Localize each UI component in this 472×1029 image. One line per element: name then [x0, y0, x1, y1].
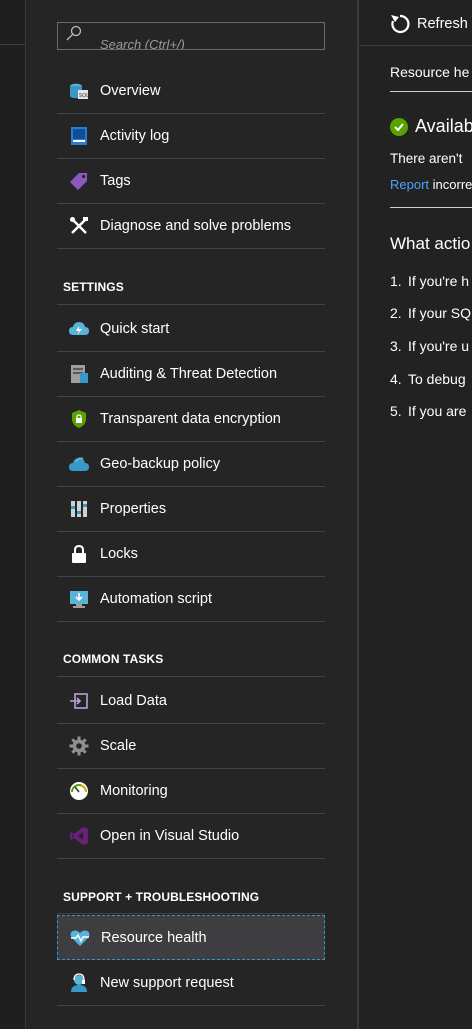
- resource-health-blade: Refresh Resource he Availab There aren't…: [359, 0, 472, 1029]
- refresh-label: Refresh: [417, 16, 468, 32]
- menu-item-scale[interactable]: Scale: [57, 724, 325, 769]
- support-person-icon: [68, 972, 90, 994]
- gauge-icon: [68, 780, 90, 802]
- menu-item-label: Automation script: [100, 591, 213, 607]
- menu-item-label: Geo-backup policy: [100, 456, 221, 472]
- section-heading-settings: SETTINGS: [63, 280, 124, 294]
- load-data-icon: [68, 690, 90, 712]
- menu-item-label: Auditing & Threat Detection: [100, 366, 278, 382]
- list-item: 5. If you are: [390, 403, 467, 419]
- gear-icon: [68, 735, 90, 757]
- menu-item-locks[interactable]: Locks: [57, 532, 325, 577]
- menu-item-resource-health[interactable]: Resource health: [57, 915, 325, 960]
- cloud-bolt-icon: [68, 318, 90, 340]
- menu-item-label: Scale: [100, 738, 137, 754]
- menu-item-label: Load Data: [100, 693, 167, 709]
- menu-item-quick-start[interactable]: Quick start: [57, 307, 325, 352]
- report-rest-text: incorre: [432, 177, 472, 192]
- menu-item-label: Activity log: [100, 128, 170, 144]
- heart-pulse-icon: [69, 927, 91, 949]
- menu-item-label: Resource health: [101, 929, 207, 946]
- menu-item-label: Properties: [100, 501, 167, 517]
- menu-item-properties[interactable]: Properties: [57, 487, 325, 532]
- visual-studio-icon: [68, 825, 90, 847]
- menu-item-label: Monitoring: [100, 783, 168, 799]
- sql-database-icon: SQL: [68, 80, 90, 102]
- menu-item-load-data[interactable]: Load Data: [57, 679, 325, 724]
- menu-item-label: Transparent data encryption: [100, 411, 281, 427]
- check-circle-icon: [390, 117, 408, 136]
- report-line: Report incorre: [390, 177, 472, 192]
- svg-text:SQL: SQL: [79, 93, 89, 99]
- menu-item-monitoring[interactable]: Monitoring: [57, 769, 325, 814]
- list-item: 4. To debug: [390, 371, 466, 387]
- tag-icon: [68, 170, 90, 192]
- availability-status: Availab: [390, 116, 472, 137]
- refresh-icon: [391, 14, 410, 34]
- resource-menu-blade: Search (Ctrl+/) SQL Overview Activity lo…: [27, 0, 357, 1029]
- properties-icon: [68, 498, 90, 520]
- blade-subtitle: Resource he: [390, 64, 470, 80]
- collapsed-blade-strip: [0, 0, 26, 1029]
- subtitle-divider: [390, 91, 472, 92]
- menu-item-label: Locks: [100, 546, 138, 562]
- report-link[interactable]: Report: [390, 177, 429, 192]
- search-input[interactable]: Search (Ctrl+/): [57, 22, 325, 50]
- monitor-download-icon: [68, 588, 90, 610]
- status-description: There aren't: [390, 151, 463, 166]
- section-heading-common-tasks: COMMON TASKS: [63, 652, 164, 666]
- shield-lock-icon: [68, 408, 90, 430]
- azure-portal: Search (Ctrl+/) SQL Overview Activity lo…: [0, 0, 472, 1029]
- list-item: 2. If your SQ: [390, 305, 472, 321]
- command-bar: Refresh: [359, 0, 472, 46]
- menu-item-label: Overview: [100, 83, 161, 99]
- menu-item-transparent-data-encryption[interactable]: Transparent data encryption: [57, 397, 325, 442]
- section-divider: [390, 207, 472, 208]
- menu-item-label: Tags: [100, 173, 131, 189]
- search-icon: [66, 25, 82, 41]
- what-actions-heading: What actio: [390, 234, 471, 253]
- cloud-icon: [68, 453, 90, 475]
- activity-log-icon: [68, 125, 90, 147]
- menu-item-geo-backup[interactable]: Geo-backup policy: [57, 442, 325, 487]
- menu-item-new-support-request[interactable]: New support request: [57, 961, 325, 1006]
- menu-item-tags[interactable]: Tags: [57, 159, 325, 204]
- section-divider: [57, 913, 325, 914]
- strip-divider: [0, 44, 26, 45]
- menu-item-label: New support request: [100, 975, 234, 991]
- menu-item-automation-script[interactable]: Automation script: [57, 577, 325, 622]
- section-divider: [57, 676, 325, 677]
- menu-item-auditing[interactable]: Auditing & Threat Detection: [57, 352, 325, 397]
- menu-item-overview[interactable]: SQL Overview: [57, 69, 325, 114]
- menu-item-label: Diagnose and solve problems: [100, 218, 292, 234]
- tools-icon: [68, 215, 90, 237]
- refresh-button[interactable]: Refresh: [389, 13, 468, 35]
- menu-item-open-visual-studio[interactable]: Open in Visual Studio: [57, 814, 325, 859]
- list-item: 1. If you're h: [390, 273, 470, 289]
- menu-item-label: Quick start: [100, 321, 170, 337]
- availability-text: Availab: [415, 116, 472, 136]
- search-placeholder: Search (Ctrl+/): [100, 37, 185, 50]
- section-heading-support: SUPPORT + TROUBLESHOOTING: [63, 890, 260, 904]
- menu-item-label: Open in Visual Studio: [100, 828, 240, 844]
- section-divider: [57, 304, 325, 305]
- lock-icon: [68, 543, 90, 565]
- audit-icon: [68, 363, 90, 385]
- menu-item-diagnose[interactable]: Diagnose and solve problems: [57, 204, 325, 249]
- list-item: 3. If you're u: [390, 338, 470, 354]
- menu-item-activity-log[interactable]: Activity log: [57, 114, 325, 159]
